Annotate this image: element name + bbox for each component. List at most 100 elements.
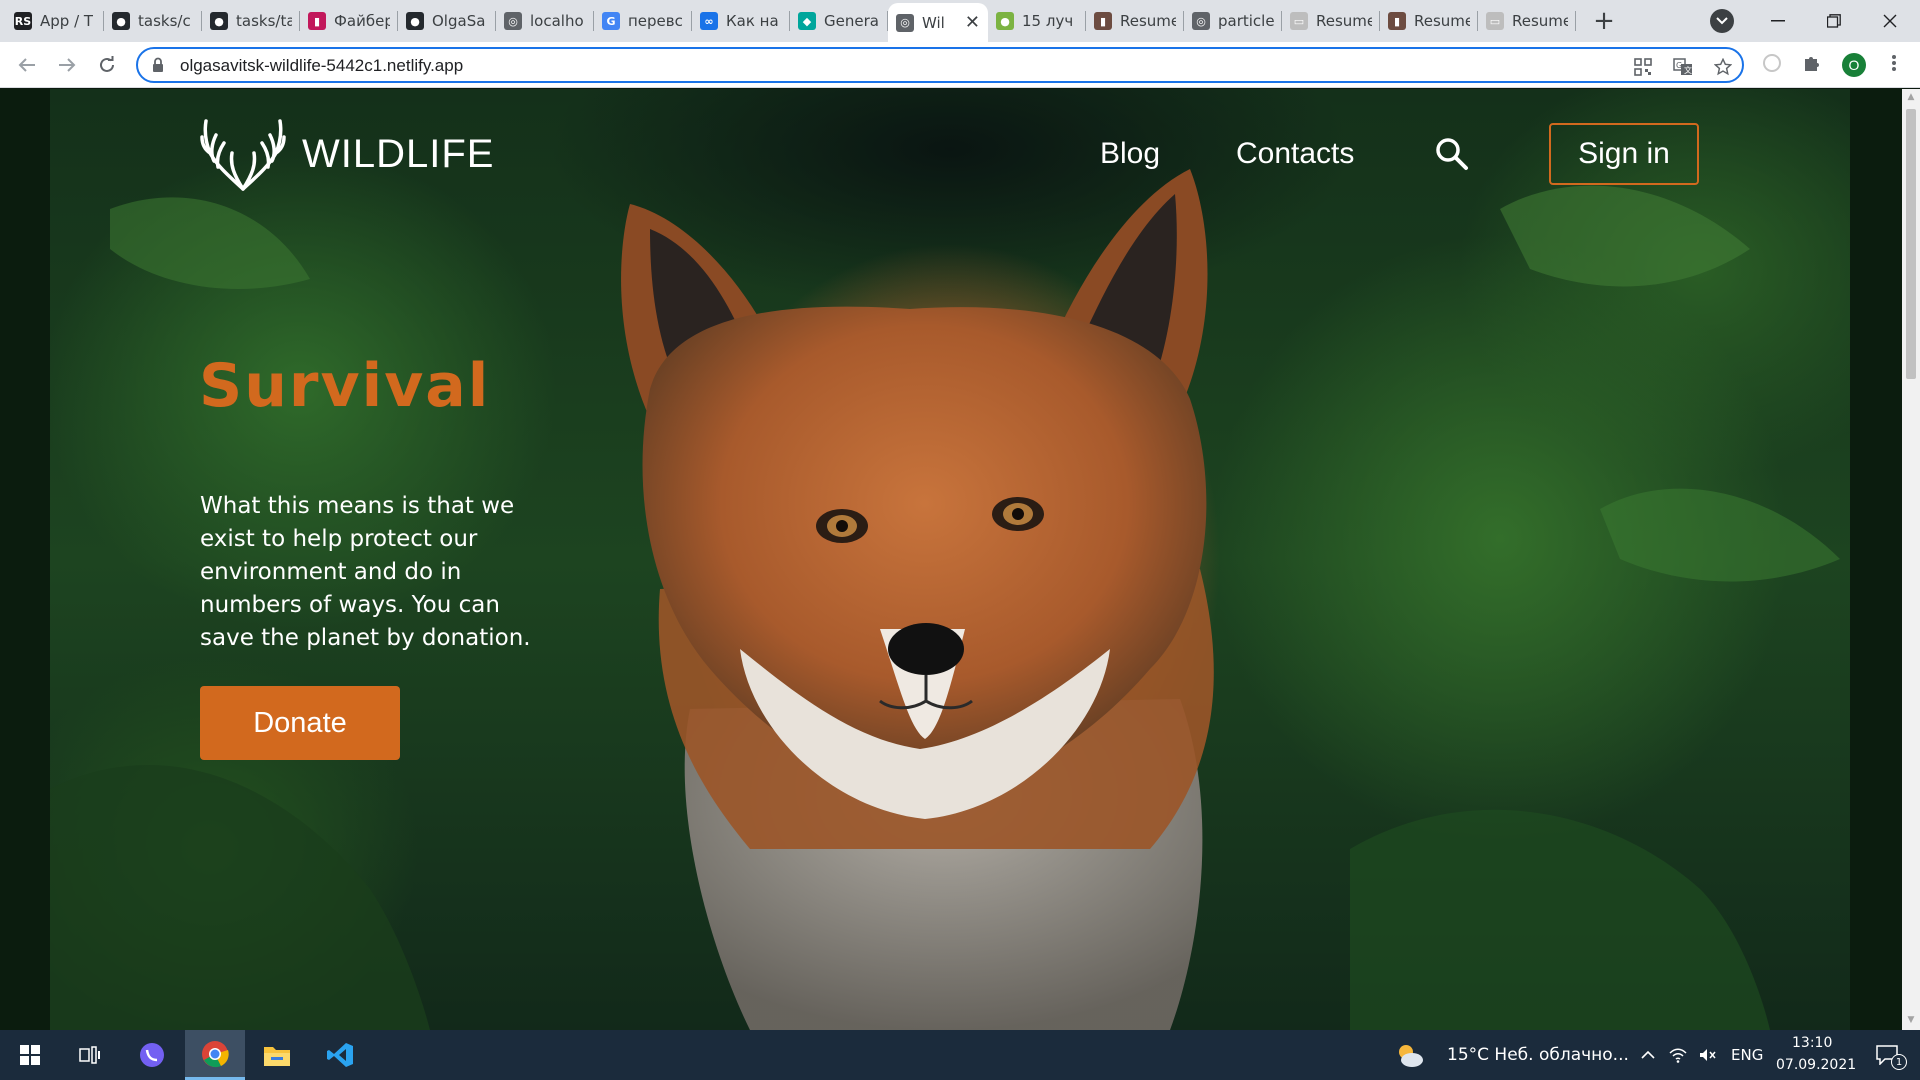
task-view-button[interactable] (60, 1030, 120, 1080)
browser-tab[interactable]: ◆ Genera (790, 3, 888, 39)
svg-text:G: G (1676, 61, 1682, 70)
browser-tab[interactable]: ◎ localho (496, 3, 594, 39)
tab-label: 15 луч (1022, 12, 1074, 30)
browser-tab[interactable]: ● OlgaSa (398, 3, 496, 39)
figma-icon: ▮ (308, 12, 326, 30)
tab-label: OlgaSa (432, 12, 486, 30)
tab-list: RS App / T ● tasks/c ● tasks/ta ▮ Файбер ● OlgaSa… (0, 0, 1576, 42)
chevron-up-icon (1641, 1051, 1655, 1059)
browser-tab[interactable]: ● 15 луч (988, 3, 1086, 39)
resume-icon: ▮ (1094, 12, 1112, 30)
tab-close-icon[interactable]: ✕ (965, 12, 980, 33)
nodes-icon: ∞ (700, 12, 718, 30)
arrow-right-icon (59, 58, 76, 72)
browser-tab[interactable]: ● tasks/ta (202, 3, 300, 39)
new-tab-button[interactable]: + (1584, 3, 1624, 39)
sign-in-button[interactable]: Sign in (1549, 123, 1699, 185)
leaf-icon: ● (996, 12, 1014, 30)
browser-tab[interactable]: ▮ Resume (1380, 3, 1478, 39)
browser-tab[interactable]: ▮ Resume (1086, 3, 1184, 39)
tab-label: перевс (628, 12, 683, 30)
scrollbar-thumb[interactable] (1906, 109, 1916, 379)
tab-label: localho (530, 12, 584, 30)
chevron-down-icon (1716, 17, 1728, 25)
search-button[interactable] (1435, 137, 1469, 171)
scroll-up-arrow-icon[interactable]: ▲ (1906, 92, 1916, 104)
scroll-down-arrow-icon[interactable]: ▼ (1906, 1015, 1916, 1027)
chrome-taskbar-button[interactable] (185, 1030, 245, 1080)
input-language-indicator[interactable]: ENG (1731, 1046, 1763, 1064)
nav-link-blog[interactable]: Blog (1100, 137, 1160, 171)
close-window-button[interactable] (1862, 0, 1918, 42)
windows-logo-icon (20, 1045, 40, 1065)
logo-text: WILDLIFE (302, 131, 495, 176)
browser-toolbar: olgasavitsk-wildlife-5442c1.netlify.app … (0, 42, 1920, 88)
forward-button[interactable] (52, 50, 82, 80)
browser-tab[interactable]: Gперевс (594, 3, 692, 39)
extension-circle-icon[interactable] (1760, 51, 1784, 75)
hero-description: What this means is that we exist to help… (200, 493, 531, 651)
tab-label: Resume (1316, 12, 1372, 30)
page-viewport: WILDLIFE Blog Contacts Sign in Survival … (0, 89, 1902, 1030)
browser-tab[interactable]: ▭ Resume (1478, 3, 1576, 39)
bookmark-star-icon[interactable] (1712, 56, 1734, 78)
google-icon: G (602, 12, 620, 30)
file-explorer-taskbar-button[interactable] (247, 1030, 307, 1080)
folder-icon (264, 1047, 290, 1066)
hero-section: WILDLIFE Blog Contacts Sign in Survival … (50, 89, 1850, 1030)
page-scrollbar[interactable]: ▲ ▼ (1902, 89, 1920, 1030)
clock-time[interactable]: 13:10 (1792, 1035, 1832, 1051)
tab-label: Resume (1120, 12, 1176, 30)
clock-date[interactable]: 07.09.2021 (1776, 1057, 1856, 1073)
hero-title: Survival (199, 351, 491, 421)
windows-taskbar: 15°C Неб. облачно... ENG 13:10 07.09.202… (0, 1030, 1920, 1080)
diamond-icon: ◆ (798, 12, 816, 30)
address-bar[interactable]: olgasavitsk-wildlife-5442c1.netlify.app … (136, 47, 1744, 83)
partly-cloudy-icon (1399, 1045, 1423, 1067)
back-button[interactable] (12, 50, 42, 80)
browser-tab[interactable]: ● tasks/c (104, 3, 202, 39)
profile-avatar[interactable]: O (1842, 53, 1866, 77)
extensions-puzzle-icon[interactable] (1800, 51, 1824, 75)
tab-search-button[interactable] (1710, 9, 1734, 33)
nav-link-contacts[interactable]: Contacts (1236, 137, 1354, 171)
minimize-button[interactable] (1750, 0, 1806, 42)
site-logo[interactable]: WILDLIFE (200, 117, 494, 191)
reload-button[interactable] (92, 50, 122, 80)
browser-tab-strip: RS App / T ● tasks/c ● tasks/ta ▮ Файбер ● OlgaSa… (0, 0, 1920, 42)
browser-tab[interactable]: ◎ particle (1184, 3, 1282, 39)
browser-menu-icon[interactable] (1882, 51, 1906, 75)
show-hidden-icons-button[interactable] (1636, 1030, 1660, 1080)
rs-icon: RS (14, 12, 32, 30)
restore-button[interactable] (1806, 0, 1862, 42)
browser-tab[interactable]: ◎ Wil ✕ (888, 3, 988, 42)
notification-count-badge: 1 (1891, 1054, 1907, 1070)
start-button[interactable] (0, 1030, 60, 1080)
volume-button[interactable] (1694, 1030, 1722, 1080)
tab-label: Resume (1414, 12, 1470, 30)
tab-label: Как на (726, 12, 779, 30)
restore-icon (1827, 14, 1841, 28)
browser-tab[interactable]: ▮ Файбер (300, 3, 398, 39)
wifi-status-button[interactable] (1664, 1030, 1692, 1080)
viber-taskbar-button[interactable] (122, 1030, 182, 1080)
donate-button[interactable]: Donate (200, 686, 400, 760)
reload-icon (100, 56, 114, 72)
weather-widget-icon[interactable] (1390, 1030, 1430, 1080)
vscode-taskbar-button[interactable] (310, 1030, 370, 1080)
speaker-muted-icon (1700, 1049, 1716, 1061)
notifications-button[interactable]: 1 (1862, 1030, 1912, 1080)
search-icon (1436, 138, 1468, 170)
chrome-icon (202, 1040, 229, 1067)
browser-tab[interactable]: ▭ Resume (1282, 3, 1380, 39)
vscode-icon (327, 1043, 353, 1067)
browser-tab[interactable]: ∞ Как на (692, 3, 790, 39)
translate-icon[interactable]: G文 (1672, 56, 1694, 78)
tab-label: Wil (922, 13, 945, 32)
browser-tab[interactable]: RS App / T (6, 3, 104, 39)
tab-label: tasks/c (138, 12, 191, 30)
url-text[interactable]: olgasavitsk-wildlife-5442c1.netlify.app (180, 56, 463, 76)
globe-icon: ◎ (896, 13, 914, 32)
weather-text[interactable]: 15°C Неб. облачно... (1447, 1045, 1629, 1065)
qr-code-icon[interactable] (1632, 56, 1654, 78)
